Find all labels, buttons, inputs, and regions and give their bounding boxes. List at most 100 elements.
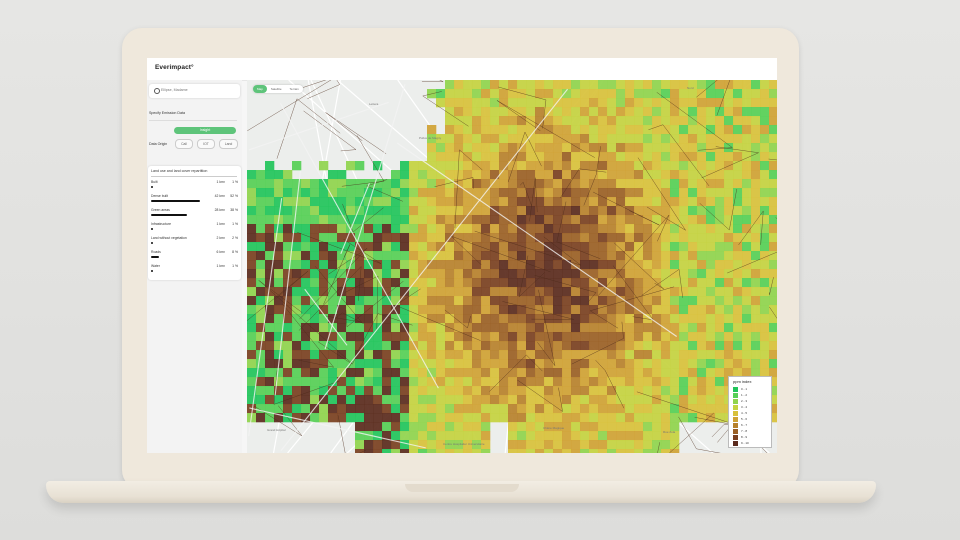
emission-cell bbox=[634, 251, 644, 261]
emission-cell bbox=[337, 170, 347, 180]
emission-cell bbox=[670, 278, 680, 288]
emission-cell bbox=[265, 233, 275, 243]
emission-cell bbox=[526, 413, 536, 423]
emission-cell bbox=[616, 197, 626, 207]
emission-cell bbox=[292, 305, 302, 315]
emission-cell bbox=[310, 197, 320, 207]
emission-cell bbox=[535, 143, 545, 153]
origin-call-button[interactable]: Call bbox=[175, 139, 193, 149]
emission-cell bbox=[742, 287, 752, 297]
emission-cell bbox=[733, 89, 743, 99]
emission-cell bbox=[562, 431, 572, 441]
emission-cell bbox=[751, 296, 761, 306]
emission-cell bbox=[382, 197, 392, 207]
emission-cell bbox=[733, 260, 743, 270]
emission-cell bbox=[472, 287, 482, 297]
emission-cell bbox=[571, 296, 581, 306]
emission-cell bbox=[427, 125, 437, 135]
emission-cell bbox=[328, 260, 338, 270]
emission-cell bbox=[760, 134, 770, 144]
land-use-name: Roads bbox=[151, 250, 161, 254]
emission-cell bbox=[580, 413, 590, 423]
emission-cell bbox=[670, 125, 680, 135]
emission-cell bbox=[625, 260, 635, 270]
emission-cell bbox=[769, 215, 777, 225]
emission-cell bbox=[670, 107, 680, 117]
emission-cell bbox=[688, 179, 698, 189]
emission-cell bbox=[481, 287, 491, 297]
emission-cell bbox=[283, 197, 293, 207]
land-use-name: Dense built bbox=[151, 194, 168, 198]
emission-cell bbox=[463, 134, 473, 144]
emission-cell bbox=[625, 413, 635, 423]
emission-cell bbox=[607, 170, 617, 180]
emission-cell bbox=[508, 359, 518, 369]
tab-satellite[interactable]: Satellite bbox=[267, 85, 286, 93]
emission-cell bbox=[580, 125, 590, 135]
emission-cell bbox=[616, 404, 626, 414]
emission-cell bbox=[544, 260, 554, 270]
emission-cell bbox=[688, 332, 698, 342]
tab-map[interactable]: Map bbox=[253, 85, 267, 93]
emission-cell bbox=[652, 143, 662, 153]
emission-cell bbox=[481, 251, 491, 261]
emission-cell bbox=[418, 431, 428, 441]
emission-cell bbox=[580, 332, 590, 342]
emission-cell bbox=[670, 260, 680, 270]
emission-cell bbox=[319, 260, 329, 270]
emission-cell bbox=[301, 395, 311, 405]
origin-land-button[interactable]: Land bbox=[219, 139, 238, 149]
emission-cell bbox=[733, 206, 743, 216]
emission-cell bbox=[319, 386, 329, 396]
emission-cell bbox=[679, 305, 689, 315]
emission-cell bbox=[742, 269, 752, 279]
emission-cell bbox=[400, 449, 410, 453]
emission-cell bbox=[652, 251, 662, 261]
emission-map[interactable] bbox=[247, 80, 777, 453]
emission-cell bbox=[562, 377, 572, 387]
emission-cell bbox=[292, 323, 302, 333]
emission-cell bbox=[490, 224, 500, 234]
search-input[interactable]: Ellipse, Madame bbox=[161, 88, 188, 92]
legend-label: 2 - 3 bbox=[741, 398, 748, 403]
emission-cell bbox=[571, 431, 581, 441]
emission-cell bbox=[697, 233, 707, 243]
land-use-area: 1 km² bbox=[216, 264, 225, 268]
origin-iot-button[interactable]: IOT bbox=[197, 139, 215, 149]
emission-cell bbox=[463, 89, 473, 99]
emission-cell bbox=[715, 341, 725, 351]
emission-cell bbox=[562, 170, 572, 180]
emission-cell bbox=[454, 287, 464, 297]
emission-cell bbox=[580, 431, 590, 441]
emission-cell bbox=[283, 224, 293, 234]
emission-cell bbox=[697, 107, 707, 117]
map-view[interactable]: Map Satellite Terrain Lettera Pollux de … bbox=[247, 80, 777, 453]
emission-cell bbox=[697, 188, 707, 198]
search-box[interactable]: Ellipse, Madame bbox=[149, 84, 240, 98]
emission-cell bbox=[760, 188, 770, 198]
emission-cell bbox=[679, 287, 689, 297]
emission-cell bbox=[265, 224, 275, 234]
tab-terrain[interactable]: Terrain bbox=[286, 85, 303, 93]
emission-cell bbox=[553, 269, 563, 279]
emission-cell bbox=[643, 260, 653, 270]
emission-cell bbox=[706, 134, 716, 144]
app-logo[interactable]: Everimpact° bbox=[155, 64, 194, 71]
emission-cell bbox=[301, 323, 311, 333]
insight-button[interactable]: Insight bbox=[174, 127, 236, 134]
emission-cell bbox=[247, 341, 257, 351]
emission-cell bbox=[436, 143, 446, 153]
emission-cell bbox=[418, 233, 428, 243]
emission-cell bbox=[634, 125, 644, 135]
emission-cell bbox=[256, 260, 266, 270]
emission-cell bbox=[508, 395, 518, 405]
emission-cell bbox=[562, 350, 572, 360]
emission-cell bbox=[517, 161, 527, 171]
emission-cell bbox=[724, 107, 734, 117]
emission-cell bbox=[355, 332, 365, 342]
emission-cell bbox=[706, 251, 716, 261]
emission-cell bbox=[589, 134, 599, 144]
emission-cell bbox=[454, 224, 464, 234]
emission-cell bbox=[400, 422, 410, 432]
emission-cell bbox=[643, 224, 653, 234]
